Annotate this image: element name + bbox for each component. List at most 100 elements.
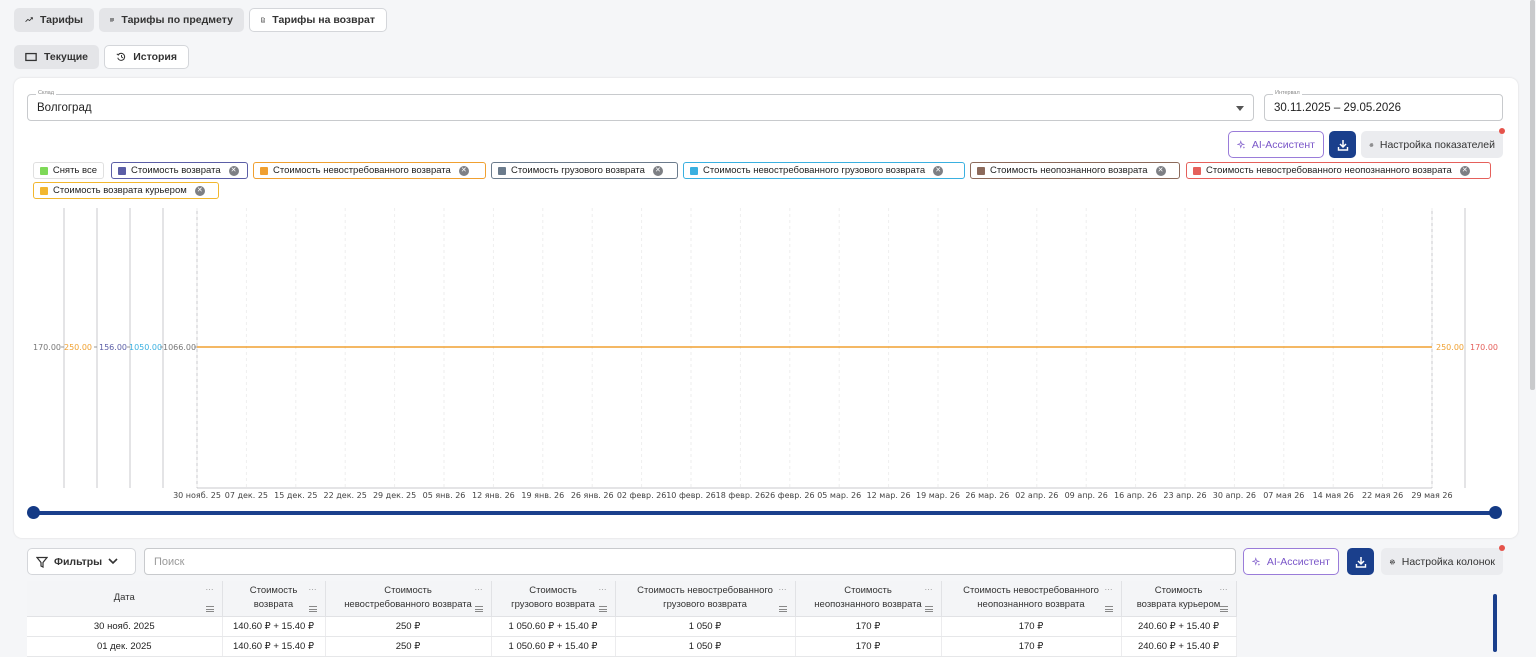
search-placeholder: Поиск <box>154 556 185 568</box>
table-cell: 250 ₽ <box>325 636 492 657</box>
column-sort-icon[interactable] <box>1219 605 1228 612</box>
range-slider-end-handle[interactable] <box>1489 506 1502 519</box>
column-menu-icon[interactable]: ··· <box>599 583 607 597</box>
column-sort-icon[interactable] <box>205 605 214 612</box>
x-tick-label: 19 янв. 26 <box>521 491 564 500</box>
x-tick-label: 30 нояб. 25 <box>173 491 221 500</box>
x-tick-label: 02 апр. 26 <box>1015 491 1058 500</box>
header-line: Стоимость <box>529 585 577 597</box>
legend-chip-label: Стоимость невостребованного возврата <box>273 165 451 176</box>
close-icon[interactable]: ✕ <box>1155 165 1166 176</box>
chart-ai-assistant-button[interactable]: AI-Ассистент <box>1228 131 1324 158</box>
sparkle-icon <box>1237 139 1246 149</box>
close-icon[interactable]: ✕ <box>652 165 663 176</box>
table-download-button[interactable] <box>1347 548 1374 575</box>
chart-download-button[interactable] <box>1329 131 1356 158</box>
range-slider[interactable] <box>33 511 1496 515</box>
tab-tariffs-label: Тарифы <box>39 14 83 26</box>
table-ai-assistant-button[interactable]: AI-Ассистент <box>1243 548 1339 575</box>
subtab-history[interactable]: История <box>104 45 189 69</box>
range-slider-start-handle[interactable] <box>27 506 40 519</box>
table-row[interactable]: 01 дек. 2025 140.60 ₽ + 15.40 ₽250 ₽1 050… <box>27 636 1237 657</box>
header-line: Стоимость невостребованного <box>637 585 773 597</box>
legend-chip-courier-return[interactable]: Стоимость возврата курьером ✕ <box>33 182 219 199</box>
close-icon[interactable]: ✕ <box>1459 165 1470 176</box>
table-row[interactable]: 30 нояб. 2025 140.60 ₽ + 15.40 ₽250 ₽1 05… <box>27 616 1237 637</box>
x-tick-label: 05 янв. 26 <box>423 491 466 500</box>
column-menu-icon[interactable]: ··· <box>1105 583 1113 597</box>
table-scrollbar[interactable] <box>1493 594 1497 652</box>
warehouse-value: Волгоград <box>37 102 92 114</box>
subtab-current[interactable]: Текущие <box>14 45 99 69</box>
legend-chip-cargo-return[interactable]: Стоимость грузового возврата ✕ <box>491 162 678 179</box>
x-tick-label: 15 дек. 25 <box>274 491 317 500</box>
legend-clear-swatch <box>40 166 48 175</box>
x-tick-label: 26 мар. 26 <box>965 491 1009 500</box>
y-tick-label: 1066.00 <box>163 343 196 352</box>
x-tick-label: 29 мая 26 <box>1411 491 1452 500</box>
column-header[interactable]: Стоимость возврата ··· <box>222 581 326 617</box>
chart-settings-button[interactable]: Настройка показателей <box>1361 131 1503 158</box>
chart-ai-assistant-label: AI-Ассистент <box>1251 138 1315 151</box>
x-tick-label: 19 мар. 26 <box>916 491 960 500</box>
column-sort-icon[interactable] <box>924 605 933 612</box>
x-tick-label: 16 апр. 26 <box>1114 491 1157 500</box>
legend-chip-unidentified-return[interactable]: Стоимость неопознанного возврата ✕ <box>970 162 1180 179</box>
close-icon[interactable]: ✕ <box>228 165 239 176</box>
close-icon[interactable]: ✕ <box>933 165 944 176</box>
column-menu-icon[interactable]: ··· <box>206 583 214 597</box>
tab-returns[interactable]: Тарифы на возврат <box>249 8 387 32</box>
y-tick-label: 170.00 <box>33 343 61 352</box>
close-icon[interactable]: ✕ <box>458 165 469 176</box>
column-sort-icon[interactable] <box>474 605 483 612</box>
x-tick-label: 26 янв. 26 <box>571 491 614 500</box>
column-menu-icon[interactable]: ··· <box>1220 583 1228 597</box>
filters-button[interactable]: Фильтры <box>27 548 136 575</box>
column-menu-icon[interactable]: ··· <box>925 583 933 597</box>
column-sort-icon[interactable] <box>778 605 787 612</box>
download-icon <box>1355 556 1366 568</box>
column-menu-icon[interactable]: ··· <box>779 583 787 597</box>
table-cell: 170 ₽ <box>941 636 1122 657</box>
rectangle-icon <box>25 52 37 62</box>
legend-chip-label: Стоимость невостребованного неопознанног… <box>1206 165 1452 176</box>
column-sort-icon[interactable] <box>308 605 317 612</box>
x-tick-label: 12 янв. 26 <box>472 491 515 500</box>
column-sort-icon[interactable] <box>1104 605 1113 612</box>
column-menu-icon[interactable]: ··· <box>309 583 317 597</box>
header-line: Дата <box>113 592 135 604</box>
x-tick-label: 07 дек. 25 <box>225 491 268 500</box>
trend-icon <box>25 17 33 23</box>
close-icon[interactable]: ✕ <box>194 185 205 196</box>
document-icon <box>261 17 266 23</box>
column-header[interactable]: Стоимость невостребованного возврата ··· <box>325 581 492 617</box>
x-tick-label: 10 февр. 26 <box>666 491 716 500</box>
interval-field[interactable]: Интервал 30.11.2025 – 29.05.2026 <box>1264 90 1503 121</box>
column-menu-icon[interactable]: ··· <box>475 583 483 597</box>
column-header[interactable]: Дата ··· <box>27 581 223 617</box>
column-settings-button[interactable]: Настройка колонок <box>1381 548 1503 575</box>
legend-chip-label: Стоимость грузового возврата <box>511 165 645 176</box>
column-header[interactable]: Стоимость невостребованного грузового воз… <box>615 581 796 617</box>
search-input[interactable]: Поиск <box>144 548 1236 575</box>
tab-by-subject[interactable]: Тарифы по предмету <box>99 8 244 32</box>
legend-chip-unclaimed-cargo-return[interactable]: Стоимость невостребованного грузового во… <box>683 162 965 179</box>
page-scrollbar[interactable] <box>1530 0 1535 390</box>
header-line: возврата <box>253 599 294 611</box>
column-header[interactable]: Стоимость неопознанного возврата ··· <box>795 581 942 617</box>
column-header[interactable]: Стоимость невостребованного неопознанного… <box>941 581 1122 617</box>
column-sort-icon[interactable] <box>598 605 607 612</box>
legend-clear-all[interactable]: Снять все <box>33 162 104 179</box>
table-cell: 1 050.60 ₽ + 15.40 ₽ <box>491 616 616 637</box>
interval-value: 30.11.2025 – 29.05.2026 <box>1274 102 1402 114</box>
header-line: невостребованного возврата <box>344 599 472 611</box>
legend-chip-return-cost[interactable]: Стоимость возврата ✕ <box>111 162 248 179</box>
tab-tariffs[interactable]: Тарифы <box>14 8 94 32</box>
warehouse-select[interactable]: Склад Волгоград <box>27 90 1254 121</box>
column-header[interactable]: Стоимость грузового возврата ··· <box>491 581 616 617</box>
column-header[interactable]: Стоимость возврата курьером ··· <box>1121 581 1237 617</box>
legend-chip-unclaimed-return[interactable]: Стоимость невостребованного возврата ✕ <box>253 162 486 179</box>
legend-chip-unclaimed-unidentified-return[interactable]: Стоимость невостребованного неопознанног… <box>1186 162 1491 179</box>
line-chart: 170.00 250.00 156.00 1050.00 1066.00 250.00 17… <box>33 208 1498 500</box>
table-cell: 240.60 ₽ + 15.40 ₽ <box>1121 616 1237 637</box>
